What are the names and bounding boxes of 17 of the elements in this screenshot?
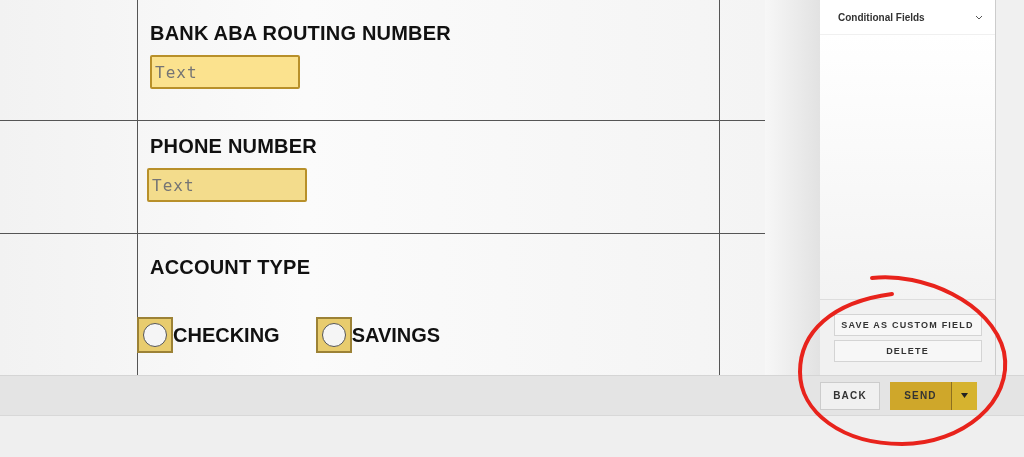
field-label: PHONE NUMBER — [150, 135, 318, 158]
field-label: BANK ABA ROUTING NUMBER — [150, 22, 452, 45]
delete-button[interactable]: DELETE — [833, 340, 982, 362]
text-field[interactable]: Text — [150, 55, 300, 89]
caret-icon — [961, 393, 968, 398]
back-button[interactable]: BACK — [820, 381, 880, 410]
option-label: CHECKING — [173, 323, 280, 347]
panel-title: Conditional Fields — [838, 11, 925, 23]
dropdown-button[interactable] — [952, 381, 977, 410]
save-custom-field-button[interactable]: SAVE AS CUSTOM FIELD — [833, 314, 982, 336]
text-field[interactable]: Text — [147, 168, 307, 202]
send-button[interactable]: SEND — [890, 381, 952, 410]
radio-button[interactable] — [315, 317, 352, 353]
radio-button[interactable] — [137, 317, 173, 353]
chevron-down-icon[interactable] — [975, 14, 983, 20]
option-label: SAVINGS — [351, 323, 441, 347]
field-label: ACCOUNT TYPE — [150, 256, 312, 279]
